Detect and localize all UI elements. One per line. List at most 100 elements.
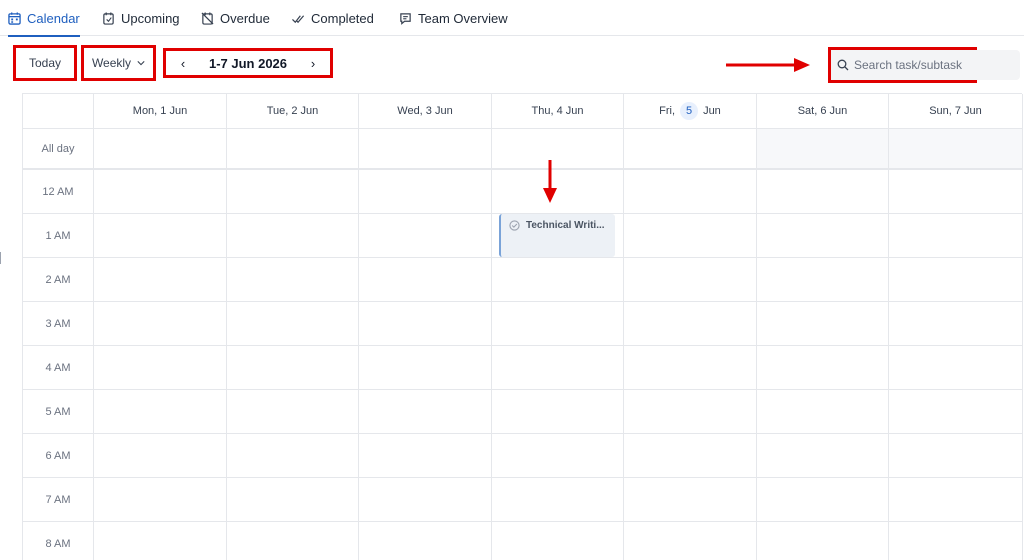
- time-slot-cell[interactable]: [889, 434, 1023, 478]
- time-slot-cell[interactable]: [359, 302, 492, 346]
- all-day-cell-thu[interactable]: [492, 129, 624, 169]
- calendar-icon: [8, 11, 21, 25]
- calendar-event[interactable]: Technical Writi...: [499, 214, 615, 257]
- time-slot-cell[interactable]: [227, 478, 359, 522]
- time-slot-cell[interactable]: [94, 214, 227, 258]
- search-input[interactable]: Search task/subtask: [828, 47, 977, 83]
- next-week-button[interactable]: ›: [306, 56, 320, 71]
- tab-upcoming[interactable]: Upcoming: [102, 0, 180, 36]
- time-slot-cell[interactable]: [492, 258, 624, 302]
- time-slot-cell[interactable]: [359, 346, 492, 390]
- hour-label: 6 AM: [23, 434, 94, 478]
- time-slot-cell[interactable]: [227, 434, 359, 478]
- time-slot-cell[interactable]: [624, 302, 757, 346]
- time-slot-cell[interactable]: [624, 478, 757, 522]
- time-slot-cell[interactable]: [94, 390, 227, 434]
- time-slot-cell[interactable]: [624, 346, 757, 390]
- tab-team-overview-label: Team Overview: [418, 10, 508, 26]
- view-select-label: Weekly: [91, 56, 132, 70]
- time-slot-cell[interactable]: [889, 478, 1023, 522]
- tab-calendar[interactable]: Calendar: [8, 0, 80, 37]
- today-button[interactable]: Today: [13, 45, 77, 81]
- time-slot-cell[interactable]: [624, 170, 757, 214]
- time-slot-cell[interactable]: [492, 434, 624, 478]
- time-slot-cell[interactable]: [624, 434, 757, 478]
- time-slot-cell[interactable]: [359, 478, 492, 522]
- hour-label: 4 AM: [23, 346, 94, 390]
- all-day-cell-mon[interactable]: [94, 129, 227, 169]
- calendar-event-title: Technical Writi...: [526, 220, 605, 231]
- time-slot-cell[interactable]: [359, 434, 492, 478]
- time-slot-cell[interactable]: [624, 522, 757, 560]
- today-date-badge: 5: [680, 102, 699, 120]
- time-slot-cell[interactable]: [757, 170, 889, 214]
- search-placeholder: Search task/subtask: [854, 58, 963, 72]
- overdue-icon: [201, 11, 214, 25]
- time-slot-cell[interactable]: [757, 258, 889, 302]
- tab-completed[interactable]: Completed: [292, 0, 374, 36]
- time-slot-cell[interactable]: [492, 346, 624, 390]
- time-slot-cell[interactable]: [359, 258, 492, 302]
- time-slot-cell[interactable]: [757, 434, 889, 478]
- tab-completed-label: Completed: [311, 10, 374, 26]
- time-slot-cell[interactable]: [889, 214, 1023, 258]
- time-slot-cell[interactable]: [624, 258, 757, 302]
- search-input-extension[interactable]: [974, 50, 1020, 80]
- view-tabs: Calendar Upcoming Overdue Completed Team…: [0, 0, 1024, 37]
- time-slot-cell[interactable]: [757, 346, 889, 390]
- day-header-tue: Tue, 2 Jun: [227, 94, 359, 129]
- day-header-thu: Thu, 4 Jun: [492, 94, 624, 129]
- all-day-cell-fri[interactable]: [624, 129, 757, 169]
- time-slot-cell[interactable]: [94, 346, 227, 390]
- time-slot-cell[interactable]: [359, 170, 492, 214]
- all-day-cell-sat[interactable]: [757, 129, 889, 169]
- prev-week-button[interactable]: ‹: [176, 56, 190, 71]
- time-slot-cell[interactable]: [227, 258, 359, 302]
- time-slot-cell[interactable]: [757, 522, 889, 560]
- time-slot-cell[interactable]: [757, 478, 889, 522]
- time-slot-cell[interactable]: [359, 522, 492, 560]
- time-slot-cell[interactable]: [889, 170, 1023, 214]
- time-slot-cell[interactable]: [492, 522, 624, 560]
- time-slot-cell[interactable]: [492, 170, 624, 214]
- time-slot-cell[interactable]: [889, 346, 1023, 390]
- time-slot-cell[interactable]: [227, 302, 359, 346]
- time-slot-cell[interactable]: [94, 258, 227, 302]
- corner-cell: [23, 94, 94, 129]
- tab-overdue[interactable]: Overdue: [201, 0, 270, 36]
- time-slot-cell[interactable]: [889, 390, 1023, 434]
- time-slot-cell[interactable]: [227, 170, 359, 214]
- hour-label: 1 AM: [23, 214, 94, 258]
- time-slot-cell[interactable]: [94, 434, 227, 478]
- view-select[interactable]: Weekly: [81, 45, 156, 81]
- day-header-mon: Mon, 1 Jun: [94, 94, 227, 129]
- all-day-cell-sun[interactable]: [889, 129, 1023, 169]
- time-slot-cell[interactable]: [359, 390, 492, 434]
- time-slot-cell[interactable]: [624, 390, 757, 434]
- time-slot-cell[interactable]: [227, 522, 359, 560]
- time-slot-cell[interactable]: [94, 478, 227, 522]
- time-slot-cell[interactable]: [359, 214, 492, 258]
- time-slot-cell[interactable]: [492, 302, 624, 346]
- all-day-cell-wed[interactable]: [359, 129, 492, 169]
- time-slot-cell[interactable]: [227, 390, 359, 434]
- time-slot-cell[interactable]: [624, 214, 757, 258]
- hour-label: 7 AM: [23, 478, 94, 522]
- time-slot-cell[interactable]: [889, 302, 1023, 346]
- time-slot-cell[interactable]: [757, 302, 889, 346]
- time-slot-cell[interactable]: [757, 390, 889, 434]
- all-day-cell-tue[interactable]: [227, 129, 359, 169]
- time-slot-cell[interactable]: [492, 390, 624, 434]
- time-slot-cell[interactable]: [94, 302, 227, 346]
- time-slot-cell[interactable]: [757, 214, 889, 258]
- time-slot-cell[interactable]: [889, 522, 1023, 560]
- time-slot-cell[interactable]: [227, 214, 359, 258]
- time-slot-cell[interactable]: [94, 522, 227, 560]
- day-header-fri-suffix: Jun: [703, 105, 721, 117]
- time-slot-cell[interactable]: [889, 258, 1023, 302]
- time-slot-cell[interactable]: [94, 170, 227, 214]
- time-slot-cell[interactable]: [227, 346, 359, 390]
- tab-team-overview[interactable]: Team Overview: [399, 0, 508, 36]
- tab-overdue-label: Overdue: [220, 10, 270, 26]
- time-slot-cell[interactable]: [492, 478, 624, 522]
